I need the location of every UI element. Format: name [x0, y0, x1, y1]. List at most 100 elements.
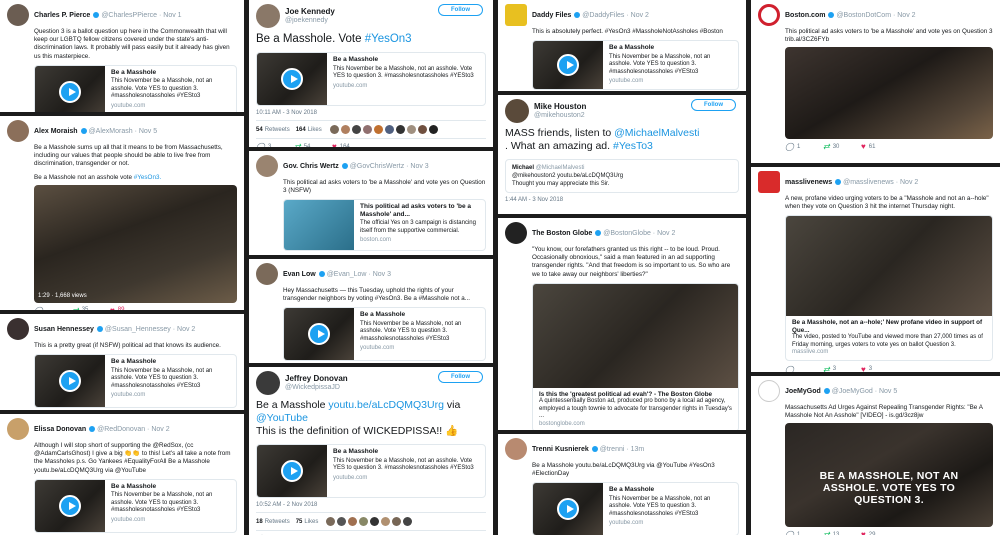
avatar[interactable]	[758, 4, 780, 26]
video-caption: BE A MASSHOLE, NOT AN ASSHOLE. VOTE YES …	[819, 470, 959, 507]
video-embed[interactable]: Be a Masshole This November be a Masshole…	[283, 307, 486, 362]
tweet-trenni-kusnierek[interactable]: Trenni Kusnierek @trenni · 13m Be a Massh…	[498, 434, 746, 535]
liker-avatars[interactable]	[326, 517, 414, 526]
avatar[interactable]	[7, 418, 29, 440]
link-card[interactable]: Be a Masshole, not an a--hole;' New prof…	[785, 215, 993, 361]
avatar[interactable]	[505, 4, 527, 26]
verified-icon	[96, 326, 103, 332]
follow-button[interactable]: Follow	[691, 99, 736, 111]
tweet-text: Question 3 is a ballot question up here …	[34, 28, 230, 60]
verified-icon	[823, 388, 830, 394]
heart-icon: ♥	[861, 530, 866, 535]
heart-icon: ♥	[861, 364, 866, 372]
tweet-jeffrey-donovan[interactable]: Jeffrey Donovan @WickedpissaJD Follow Be …	[249, 367, 493, 535]
verified-icon	[828, 12, 835, 18]
video-embed[interactable]: Be a Masshole This November be a Masshole…	[532, 482, 739, 535]
retweet-button[interactable]: ⇄ 3	[823, 365, 861, 372]
video-player[interactable]: BE A MASSHOLE, NOT AN ASSHOLE. VOTE YES …	[785, 423, 993, 528]
tweet-susan-hennessey[interactable]: Susan Hennessey @Susan_Hennessey · Nov 2 …	[0, 314, 244, 410]
play-icon[interactable]	[281, 68, 303, 90]
video-player[interactable]: 1:29 · 1,668 views	[34, 184, 237, 303]
reply-button[interactable]: ◯	[34, 306, 72, 310]
avatar[interactable]	[758, 171, 780, 193]
retweet-button[interactable]: ⇄ 54	[294, 142, 332, 147]
tweet-alex-morash[interactable]: Alex Moraish @AlexMorash · Nov 5 Be a Mas…	[0, 116, 244, 310]
tweet-charles-pierce[interactable]: Charles P. Pierce @CharlesPPierce · Nov 1…	[0, 0, 244, 112]
retweet-button[interactable]: ⇄35	[72, 306, 110, 310]
tweet-evan-low[interactable]: Evan Low @Evan_Low · Nov 3 Hey Massachuse…	[249, 259, 493, 363]
tweet-joe-kennedy[interactable]: Joe Kennedy @joekennedy Follow Be a Massh…	[249, 0, 493, 147]
video-player[interactable]	[785, 47, 993, 140]
play-icon[interactable]	[557, 54, 579, 77]
retweet-button[interactable]: ⇄ 30	[823, 142, 861, 151]
reply-button[interactable]: ◯ 1	[785, 530, 823, 535]
quoted-tweet[interactable]: Michael @MichaelMalvesti @mikehouston2 yo…	[505, 159, 739, 193]
tweet-text: Be a Masshole youtu.be/aLcDQMQ3Urg via @…	[256, 399, 461, 437]
play-icon[interactable]	[281, 460, 303, 482]
reply-button[interactable]: ◯ 3	[256, 142, 294, 147]
heart-icon: ♥	[332, 142, 337, 147]
tweet-joemygod[interactable]: JoeMyGod @JoeMyGod · Nov 5 Massachusetts …	[751, 376, 1000, 535]
tweet-text: Massachusetts Ad Urges Against Repealing…	[785, 404, 983, 420]
verified-icon	[591, 446, 598, 452]
reply-button[interactable]: ◯	[785, 365, 823, 372]
tweet-text: This political ad asks voters to 'be a M…	[283, 179, 486, 195]
video-embed[interactable]: Be a Masshole This November be a Masshole…	[256, 444, 486, 498]
avatar[interactable]	[505, 99, 529, 123]
reply-icon: ◯	[785, 142, 794, 152]
hashtag-link[interactable]: #YesOn3.	[134, 174, 161, 181]
avatar[interactable]	[505, 222, 527, 244]
follow-button[interactable]: Follow	[438, 371, 483, 383]
link-card[interactable]: This political ad asks voters to 'be a M…	[283, 199, 486, 252]
link-card[interactable]: Is this the 'greatest political ad evah'…	[532, 282, 739, 430]
video-embed[interactable]: Be a Masshole This November be a Masshole…	[34, 354, 237, 409]
tweet-text: A new, profane video urging voters to be…	[785, 195, 989, 211]
avatar[interactable]	[256, 155, 278, 177]
play-icon[interactable]	[308, 323, 330, 346]
like-button[interactable]: ♥ 29	[861, 530, 899, 535]
tweet-boston-globe[interactable]: The Boston Globe @BostonGlobe · Nov 2 "Yo…	[498, 218, 746, 430]
like-button[interactable]: ♥89	[110, 306, 148, 310]
video-embed[interactable]: Be a Masshole This November be a Masshole…	[532, 40, 739, 91]
liker-avatars[interactable]	[329, 125, 440, 134]
tweet-text: This political ad asks voters to 'be a M…	[785, 28, 993, 44]
retweet-icon: ⇄	[823, 142, 830, 152]
video-embed[interactable]: Be a Masshole This November be a Masshole…	[34, 64, 237, 112]
tweet-mike-houston[interactable]: Mike Houston @mikehouston2 Follow MASS fr…	[498, 95, 746, 214]
tweet-masslivenews[interactable]: masslivenews @masslivenews · Nov 2 A new,…	[751, 167, 1000, 372]
avatar[interactable]	[7, 120, 29, 142]
engagement-stats: 54 Retweets 164 Likes	[256, 125, 486, 139]
verified-icon	[318, 271, 325, 277]
verified-icon	[89, 426, 96, 432]
retweet-icon: ⇄	[823, 364, 830, 372]
play-icon[interactable]	[59, 370, 81, 393]
action-bar: ◯ 1 ⇄ 30 ♥ 61	[785, 142, 993, 151]
like-button[interactable]: ♥ 3	[861, 365, 899, 372]
play-icon[interactable]	[557, 498, 579, 521]
avatar[interactable]	[256, 371, 280, 395]
avatar[interactable]	[505, 438, 527, 460]
reply-button[interactable]: ◯ 1	[785, 142, 823, 151]
video-embed[interactable]: Be a Masshole This November be a Masshole…	[34, 478, 237, 533]
reply-icon: ◯	[34, 306, 43, 310]
follow-button[interactable]: Follow	[438, 4, 483, 16]
tweet-text: Be a Masshole. Vote #YesOn3	[256, 33, 412, 45]
play-icon[interactable]	[59, 80, 81, 103]
heart-icon: ♥	[861, 142, 866, 152]
video-embed[interactable]: Be a Masshole This November be a Masshole…	[256, 52, 486, 106]
tweet-chris-wertz[interactable]: Gov. Chris Wertz @GovChrisWertz · Nov 3 T…	[249, 151, 493, 255]
avatar[interactable]	[256, 263, 278, 285]
avatar[interactable]	[256, 4, 280, 28]
tweet-elissa-donovan[interactable]: Elissa Donovan @RedDonovan · Nov 2 Althou…	[0, 414, 244, 535]
like-button[interactable]: ♥ 164	[332, 142, 370, 147]
like-button[interactable]: ♥ 61	[861, 142, 899, 151]
avatar[interactable]	[7, 4, 29, 26]
avatar[interactable]	[7, 318, 29, 340]
tweet-text: Although I will stop short of supporting…	[34, 442, 231, 474]
tweet-daddy-files[interactable]: Daddy Files @DaddyFiles · Nov 2 This is a…	[498, 0, 746, 91]
play-icon[interactable]	[59, 494, 81, 517]
tweet-boston-dot-com[interactable]: Boston.com @BostonDotCom · Nov 2 This pol…	[751, 0, 1000, 163]
reply-icon: ◯	[785, 364, 794, 372]
retweet-button[interactable]: ⇄ 13	[823, 530, 861, 535]
avatar[interactable]	[758, 380, 780, 402]
